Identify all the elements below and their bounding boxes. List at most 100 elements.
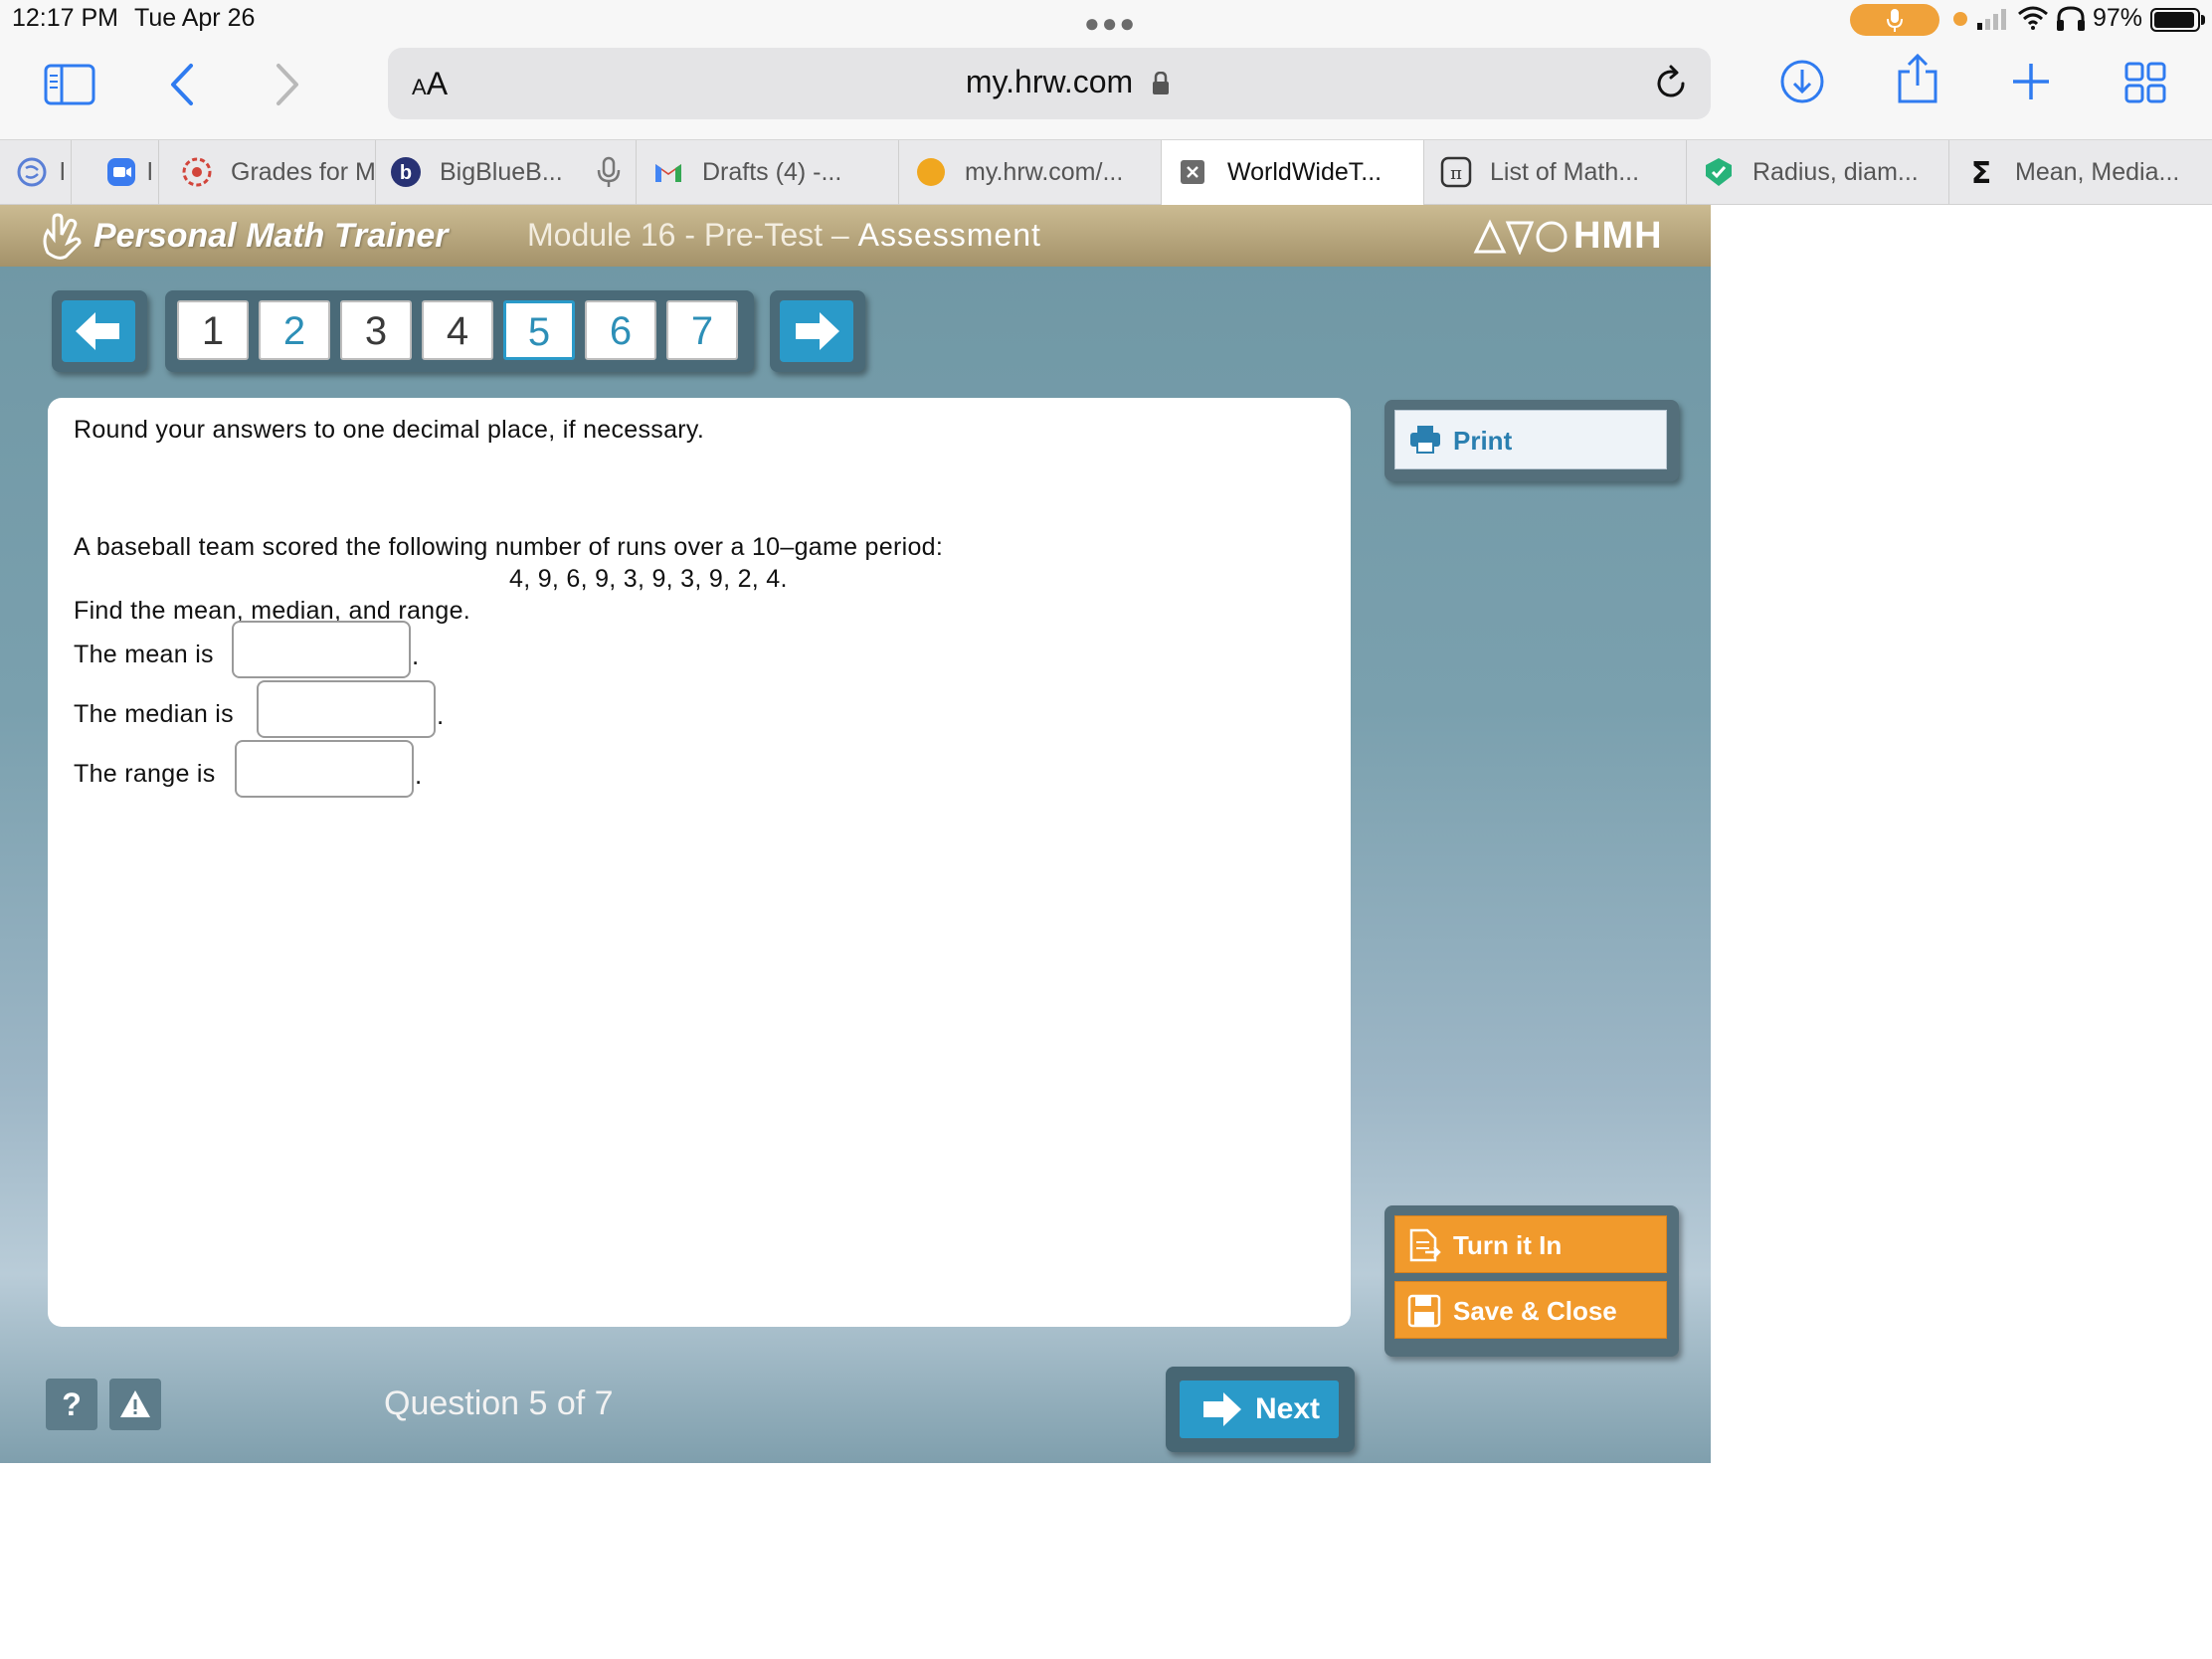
brand-title: Personal Math Trainer — [93, 217, 449, 255]
app-header: Personal Math Trainer Module 16 - Pre-Te… — [0, 205, 1711, 267]
gmail-icon — [655, 164, 681, 182]
report-problem-button[interactable] — [109, 1379, 161, 1430]
browser-tab[interactable]: Drafts (4) -... — [637, 140, 899, 205]
svg-text:Σ: Σ — [1971, 156, 1992, 188]
question-button-3[interactable]: 3 — [340, 300, 412, 360]
orange-circle-icon — [917, 158, 945, 186]
warning-icon — [120, 1390, 150, 1417]
range-label: The range is — [74, 760, 216, 788]
printer-icon — [1410, 426, 1440, 454]
browser-tab[interactable]: b BigBlueB... — [376, 140, 637, 205]
svg-text:π: π — [1450, 163, 1462, 184]
wifi-icon — [2018, 6, 2048, 30]
battery-percent: 97% — [2093, 4, 2143, 32]
next-frame: Next — [1166, 1367, 1355, 1452]
browser-tab[interactable]: l — [72, 140, 159, 205]
svg-text:b: b — [400, 162, 412, 184]
close-tab-icon[interactable] — [1180, 159, 1205, 185]
zoom-icon — [107, 158, 135, 186]
tab-overview-icon[interactable] — [2124, 62, 2166, 103]
module-name: Module 16 - Pre-Test – — [527, 217, 849, 253]
median-input[interactable] — [257, 680, 436, 738]
browser-tab[interactable]: π List of Math... — [1424, 140, 1687, 205]
back-icon[interactable] — [167, 62, 197, 107]
print-button[interactable]: Print — [1394, 410, 1667, 469]
next-question-arrow-button[interactable] — [780, 300, 853, 362]
hmh-shapes-icon — [1473, 219, 1567, 255]
question-button-7[interactable]: 7 — [666, 300, 738, 360]
question-button-4[interactable]: 4 — [422, 300, 493, 360]
save-disk-icon — [1407, 1294, 1441, 1328]
url-text: my.hrw.com — [965, 64, 1134, 99]
address-bar[interactable]: AA my.hrw.com — [388, 48, 1711, 119]
arrow-right-icon — [796, 312, 839, 350]
forward-icon[interactable] — [273, 62, 302, 107]
tab-label: my.hrw.com/... — [965, 158, 1124, 186]
question-button-2[interactable]: 2 — [259, 300, 330, 360]
submit-frame: Turn it In Save & Close — [1384, 1205, 1679, 1357]
problem-data: 4, 9, 6, 9, 3, 9, 3, 9, 2, 4. — [509, 565, 788, 593]
mean-period: . — [412, 641, 420, 670]
save-close-label: Save & Close — [1453, 1296, 1617, 1326]
range-period: . — [415, 760, 423, 790]
shield-check-icon — [1706, 158, 1732, 186]
tab-label: List of Math... — [1490, 158, 1640, 186]
tab-label: Mean, Media... — [2015, 158, 2180, 186]
tab-label: Drafts (4) -... — [702, 158, 842, 186]
prev-question-frame — [52, 290, 147, 372]
microphone-icon — [597, 156, 621, 187]
question-button-5-current[interactable]: 5 — [503, 300, 575, 360]
question-counter: Question 5 of 7 — [384, 1384, 614, 1422]
browser-tab[interactable]: my.hrw.com/... — [899, 140, 1162, 205]
battery-icon — [2150, 8, 2200, 32]
next-question-frame — [770, 290, 865, 372]
help-button[interactable]: ? — [46, 1379, 97, 1430]
download-icon[interactable] — [1778, 58, 1826, 105]
hmh-logo: HMH — [1573, 215, 1663, 257]
share-icon[interactable] — [1896, 54, 1939, 105]
tab-label: l — [60, 158, 66, 186]
turn-it-in-label: Turn it In — [1453, 1230, 1563, 1260]
browser-tab-active[interactable]: WorldWideT... — [1162, 140, 1424, 205]
median-label: The median is — [74, 700, 234, 728]
pi-icon: π — [1440, 156, 1472, 188]
next-label: Next — [1255, 1392, 1321, 1425]
browser-tab[interactable]: Σ Mean, Media... — [1949, 140, 2212, 205]
prev-question-button[interactable] — [62, 300, 135, 362]
tab-favicon-icon — [17, 157, 47, 187]
headphones-icon — [2057, 6, 2085, 31]
status-date: Tue Apr 26 — [134, 4, 256, 32]
question-number-bar: 1 2 3 4 5 6 7 — [165, 290, 754, 372]
range-input[interactable] — [235, 740, 414, 798]
save-and-close-button[interactable]: Save & Close — [1394, 1281, 1667, 1339]
sidebar-icon[interactable] — [44, 64, 95, 107]
multitasking-dots-icon[interactable]: ●●● — [1084, 8, 1137, 39]
question-button-1[interactable]: 1 — [177, 300, 249, 360]
browser-tab[interactable]: l — [0, 140, 72, 205]
question-button-6[interactable]: 6 — [585, 300, 656, 360]
tab-label: BigBlueB... — [440, 158, 563, 186]
browser-tab-strip: l l Grades for M b BigBlueB... Drafts (4… — [0, 139, 2212, 205]
question-card: Round your answers to one decimal place,… — [48, 398, 1351, 1327]
browser-tab[interactable]: Grades for M — [159, 140, 376, 205]
browser-tab[interactable]: Radius, diam... — [1687, 140, 1949, 205]
canvas-logo-icon — [182, 157, 212, 187]
next-button[interactable]: Next — [1180, 1381, 1339, 1438]
new-tab-icon[interactable] — [2011, 62, 2051, 101]
mean-input[interactable] — [232, 621, 411, 678]
problem-text: A baseball team scored the following num… — [74, 533, 944, 561]
privacy-dot — [1953, 12, 1967, 26]
microphone-indicator — [1850, 4, 1939, 36]
pmt-app: Personal Math Trainer Module 16 - Pre-Te… — [0, 205, 1711, 1463]
status-bar: 12:17 PM Tue Apr 26 ●●● 97% — [0, 0, 2212, 38]
print-frame: Print — [1384, 400, 1679, 481]
browser-toolbar: AA my.hrw.com — [0, 38, 2212, 139]
turn-it-in-button[interactable]: Turn it In — [1394, 1215, 1667, 1273]
microphone-icon — [1887, 9, 1903, 32]
tab-label: Radius, diam... — [1752, 158, 1919, 186]
mean-label: The mean is — [74, 641, 214, 668]
section-name: Assessment — [857, 217, 1041, 253]
print-label: Print — [1453, 426, 1513, 456]
lock-icon — [1153, 72, 1169, 94]
reload-icon[interactable] — [1651, 64, 1691, 103]
